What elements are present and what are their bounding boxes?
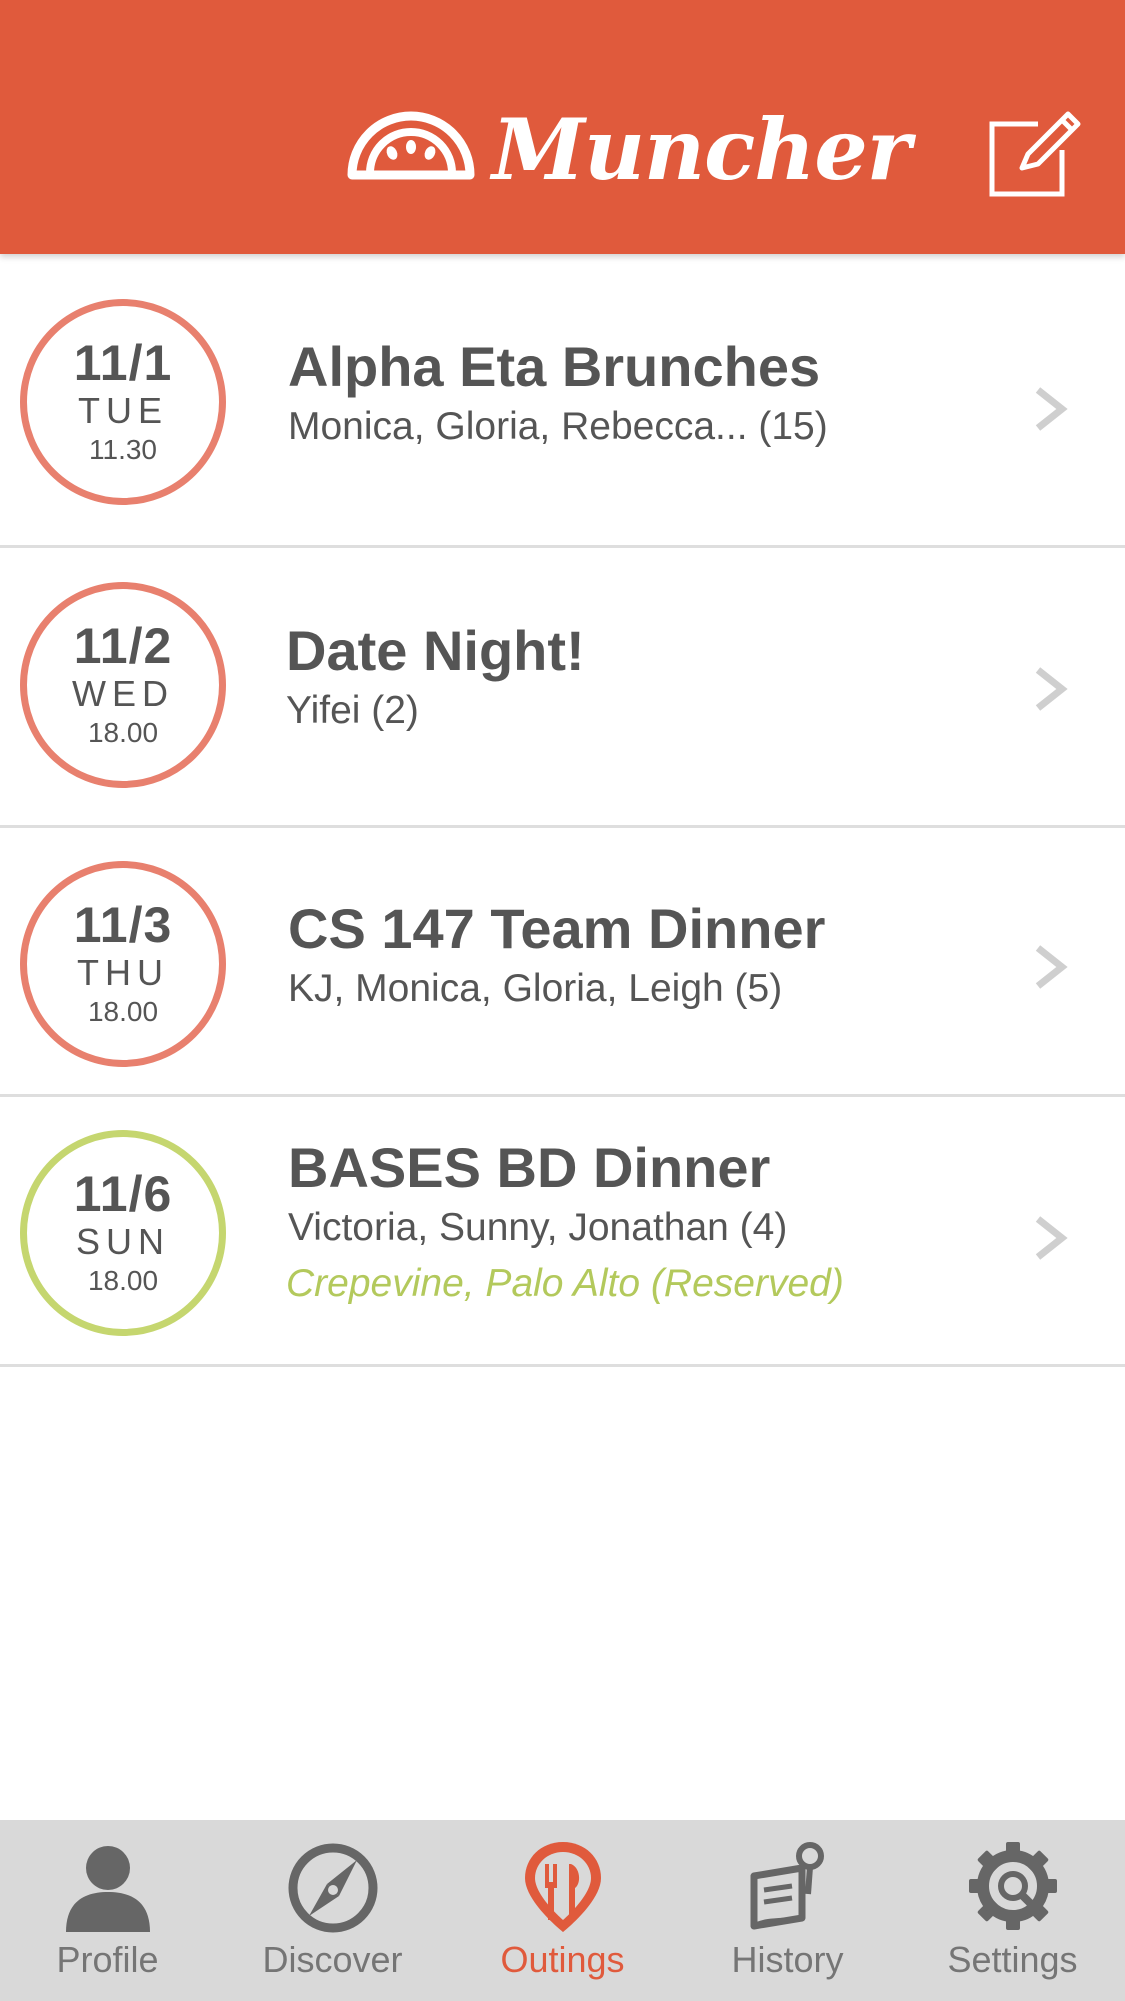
date-label: 11/1 — [73, 334, 173, 391]
tab-profile[interactable]: Profile — [0, 1820, 215, 2001]
tab-label: Outings — [500, 1939, 625, 1980]
outing-title: Alpha Eta Brunches — [288, 335, 821, 398]
outing-row-3[interactable]: 11/3 THU 18.00 CS 147 Team Dinner KJ, Mo… — [0, 828, 1125, 1097]
date-badge: 11/3 THU 18.00 — [20, 861, 226, 1067]
outing-title: BASES BD Dinner — [288, 1136, 771, 1199]
compose-icon — [989, 111, 1081, 197]
tab-label: Settings — [947, 1939, 1078, 1980]
outing-row-4[interactable]: 11/6 SUN 18.00 BASES BD Dinner Victoria,… — [0, 1097, 1125, 1367]
tab-label: Profile — [56, 1939, 159, 1980]
tab-history[interactable]: History — [675, 1820, 900, 2001]
chevron-right-icon — [1030, 384, 1070, 434]
chevron-right-icon — [1030, 942, 1070, 992]
day-label: WED — [72, 672, 174, 714]
outing-attendees: Yifei (2) — [286, 688, 419, 732]
tab-bar: Profile Discover Outings History Setting… — [0, 1820, 1125, 2001]
outing-row-1[interactable]: 11/1 TUE 11.30 Alpha Eta Brunches Monica… — [0, 256, 1125, 548]
outing-attendees: Monica, Gloria, Rebecca... (15) — [288, 404, 828, 448]
outing-place: Crepevine, Palo Alto (Reserved) — [286, 1262, 844, 1306]
outing-info: Alpha Eta Brunches Monica, Gloria, Rebec… — [288, 336, 828, 450]
tab-label: History — [731, 1939, 844, 1980]
tab-label: Discover — [262, 1939, 403, 1980]
outing-attendees: Victoria, Sunny, Jonathan (4) — [288, 1205, 788, 1249]
day-label: TUE — [78, 389, 168, 431]
muncher-logo-icon — [347, 111, 475, 180]
chevron-right-icon — [1030, 664, 1070, 714]
app-header: Muncher — [0, 0, 1125, 254]
tab-outings[interactable]: Outings — [450, 1820, 675, 2001]
time-label: 18.00 — [87, 995, 159, 1027]
tab-settings[interactable]: Settings — [900, 1820, 1125, 2001]
date-badge: 11/6 SUN 18.00 — [20, 1130, 226, 1336]
outing-title: CS 147 Team Dinner — [288, 897, 826, 960]
person-icon — [65, 1846, 150, 1932]
date-label: 11/3 — [73, 896, 173, 953]
outing-info: BASES BD Dinner Victoria, Sunny, Jonatha… — [286, 1136, 844, 1308]
outing-row-2[interactable]: 11/2 WED 18.00 Date Night! Yifei (2) — [0, 548, 1125, 828]
app-title: Muncher — [492, 100, 911, 199]
tab-discover[interactable]: Discover — [215, 1820, 450, 2001]
date-badge: 11/2 WED 18.00 — [20, 582, 226, 788]
map-history-icon — [750, 1842, 824, 1930]
compose-button[interactable] — [988, 106, 1084, 202]
chevron-right-icon — [1030, 1213, 1070, 1263]
time-label: 18.00 — [87, 716, 159, 748]
date-label: 11/6 — [73, 1165, 173, 1222]
time-label: 11.30 — [89, 433, 157, 465]
outing-info: Date Night! Yifei (2) — [286, 620, 585, 734]
outing-info: CS 147 Team Dinner KJ, Monica, Gloria, L… — [288, 898, 825, 1012]
date-badge: 11/1 TUE 11.30 — [20, 299, 226, 505]
brand-logo: Muncher — [346, 100, 911, 199]
utensils-pin-icon — [524, 1842, 601, 1932]
outings-list: 11/1 TUE 11.30 Alpha Eta Brunches Monica… — [0, 256, 1125, 1367]
time-label: 18.00 — [87, 1264, 159, 1296]
day-label: THU — [77, 951, 169, 993]
gear-icon — [968, 1842, 1057, 1930]
day-label: SUN — [75, 1220, 170, 1262]
outing-attendees: KJ, Monica, Gloria, Leigh (5) — [288, 966, 783, 1010]
outing-title: Date Night! — [286, 619, 585, 682]
compass-icon — [288, 1843, 377, 1933]
date-label: 11/2 — [73, 617, 173, 674]
